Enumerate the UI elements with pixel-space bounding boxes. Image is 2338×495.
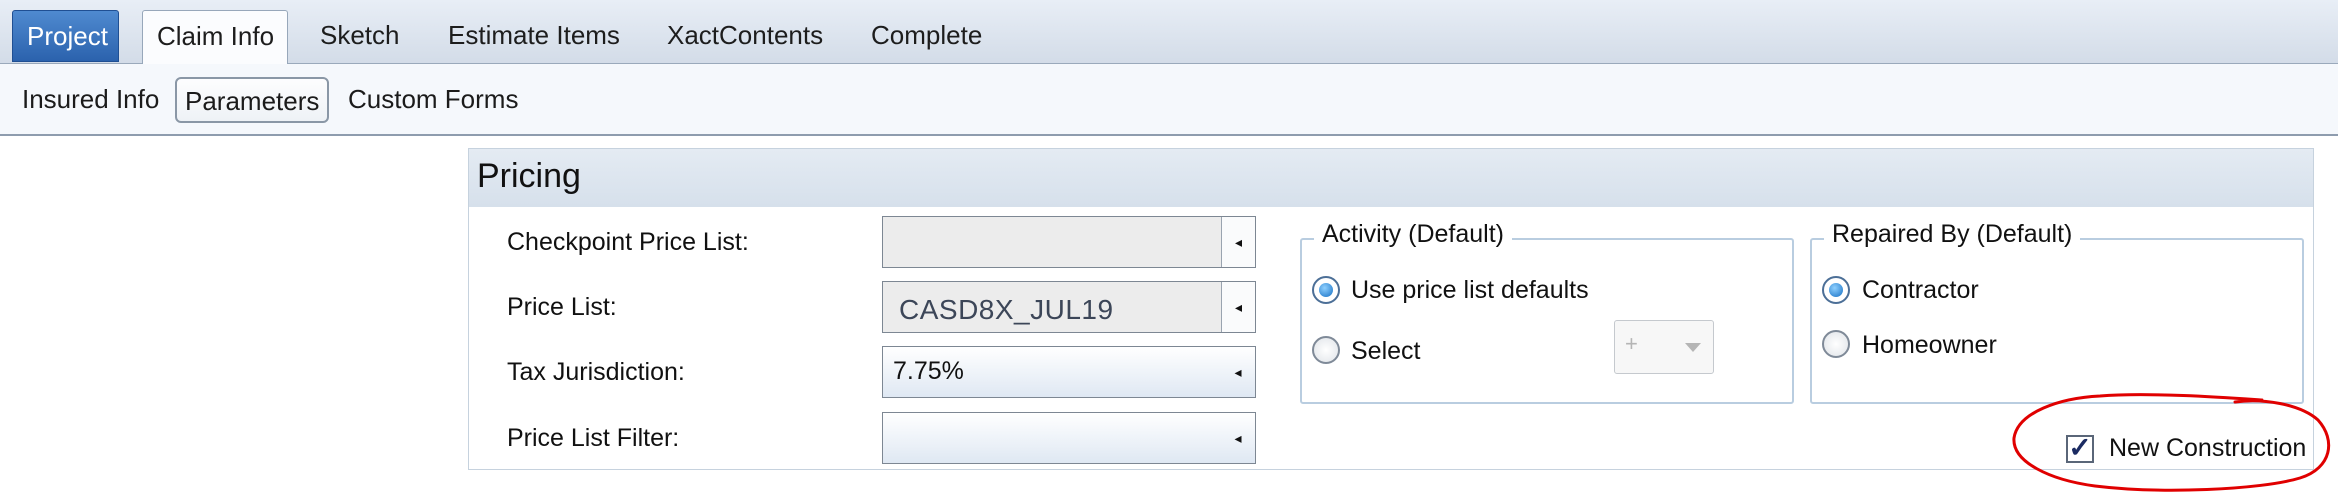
tax-jurisdiction-combo[interactable]: 7.75% ◂ (882, 346, 1256, 398)
chevron-down-icon (1685, 343, 1701, 352)
pricing-title: Pricing (477, 157, 581, 195)
use-price-list-defaults-radio[interactable] (1312, 276, 1340, 304)
select-activity-label: Select (1351, 337, 1421, 365)
subtab-parameters[interactable]: Parameters (175, 77, 330, 123)
subtab-custom-forms[interactable]: Custom Forms (348, 77, 518, 123)
dropdown-arrow-icon[interactable]: ◂ (1221, 217, 1255, 267)
use-price-list-defaults-label: Use price list defaults (1351, 276, 1589, 304)
checkpoint-price-list-label: Checkpoint Price List: (507, 228, 749, 256)
subtab-bar: Insured Info Parameters Custom Forms (0, 64, 2338, 136)
tab-estimate-items[interactable]: Estimate Items (434, 10, 634, 62)
activity-select-combo: + (1614, 320, 1714, 374)
price-list-label: Price List: (507, 293, 617, 321)
dropdown-arrow-icon[interactable]: ◂ (1221, 413, 1255, 463)
checkpoint-price-list-combo[interactable]: ◂ (882, 216, 1256, 268)
price-list-filter-combo[interactable]: ◂ (882, 412, 1256, 464)
tax-jurisdiction-value: 7.75% (893, 357, 964, 385)
activity-group: Activity (Default) (1300, 220, 1794, 404)
dropdown-arrow-icon[interactable]: ◂ (1221, 282, 1255, 332)
new-construction-checkbox[interactable]: ✓ (2066, 434, 2094, 463)
contractor-radio[interactable] (1822, 276, 1850, 304)
tab-project[interactable]: Project (12, 10, 119, 62)
tab-sketch[interactable]: Sketch (306, 10, 414, 62)
activity-legend: Activity (Default) (1314, 220, 1512, 249)
tab-complete[interactable]: Complete (857, 10, 996, 62)
tax-jurisdiction-label: Tax Jurisdiction: (507, 358, 685, 386)
activity-select-value: + (1625, 331, 1638, 356)
pricing-header: Pricing (469, 149, 2313, 207)
repaired-by-legend: Repaired By (Default) (1824, 220, 2081, 249)
price-list-value: CASD8X_JUL19 (899, 294, 1114, 325)
ribbon-tab-bar: Project Claim Info Sketch Estimate Items… (0, 0, 2338, 65)
tab-claim-info[interactable]: Claim Info (142, 10, 288, 65)
homeowner-radio[interactable] (1822, 330, 1850, 358)
price-list-filter-label: Price List Filter: (507, 424, 680, 452)
tab-xactcontents[interactable]: XactContents (653, 10, 837, 62)
contractor-label: Contractor (1862, 276, 1979, 304)
homeowner-label: Homeowner (1862, 331, 1997, 359)
price-list-combo[interactable]: CASD8X_JUL19 ◂ (882, 281, 1256, 333)
dropdown-arrow-icon[interactable]: ◂ (1221, 347, 1255, 397)
subtab-insured-info[interactable]: Insured Info (22, 77, 159, 123)
new-construction-label: New Construction (2109, 434, 2307, 462)
repaired-by-group: Repaired By (Default) (1810, 220, 2304, 404)
select-activity-radio[interactable] (1312, 336, 1340, 364)
